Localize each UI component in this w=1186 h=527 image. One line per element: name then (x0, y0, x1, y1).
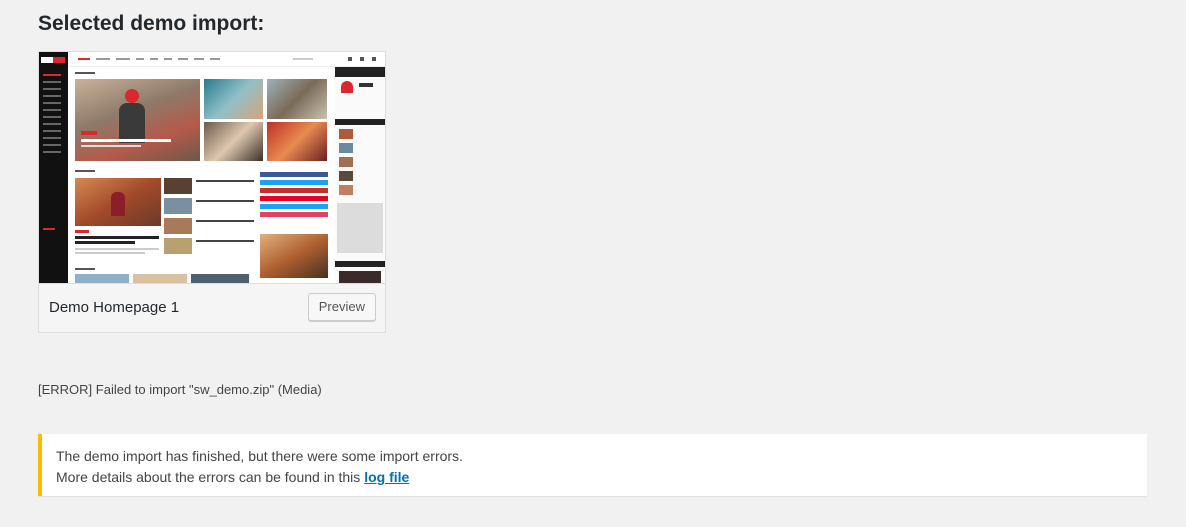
preview-button[interactable]: Preview (307, 293, 376, 321)
hero-image (75, 79, 200, 161)
notice-line-2-text: More details about the errors can be fou… (56, 469, 365, 485)
demo-title: Demo Homepage 1 (49, 299, 180, 316)
import-warning-notice: The demo import has finished, but there … (38, 434, 1147, 496)
log-file-link[interactable]: log file (364, 469, 409, 485)
demo-card: Demo Homepage 1 Preview (38, 51, 386, 333)
thumbnail-topbar (68, 52, 385, 67)
notice-line-2: More details about the errors can be fou… (56, 467, 1133, 488)
import-error-message: [ERROR] Failed to import "sw_demo.zip" (… (38, 382, 322, 397)
thumbnail-right-column (335, 67, 385, 283)
demo-card-footer: Demo Homepage 1 Preview (39, 284, 385, 332)
demo-import-page: Selected demo import: Demo Homepage 1 Pr… (0, 0, 1186, 527)
thumbnail-sidebar (39, 52, 68, 283)
notice-line-1: The demo import has finished, but there … (56, 448, 463, 464)
page-heading: Selected demo import: (38, 12, 265, 35)
demo-thumbnail (39, 52, 385, 284)
